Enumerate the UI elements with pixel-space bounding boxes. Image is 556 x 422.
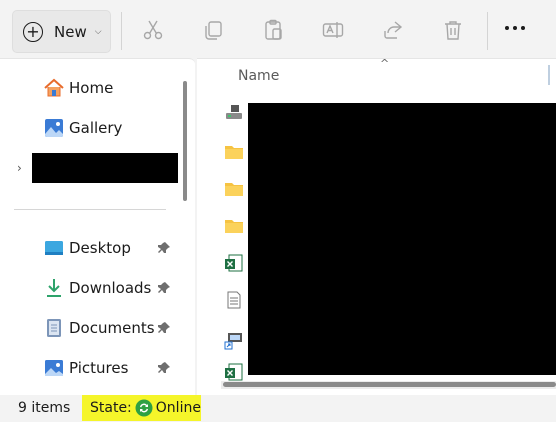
nav-item-gallery[interactable]: Gallery — [0, 112, 178, 144]
column-divider[interactable] — [548, 65, 550, 85]
sort-caret-icon: ^ — [380, 58, 390, 70]
file-list-pane: ^ Name — [197, 58, 556, 395]
plus-icon: + — [23, 21, 43, 42]
navigation-pane: Home Gallery › Desktop Downloads Documen… — [0, 58, 195, 395]
pin-icon[interactable] — [157, 241, 171, 255]
command-bar: + New ⌵ — [0, 0, 556, 58]
nav-item-label: Documents — [69, 319, 155, 337]
documents-folder-icon — [43, 317, 65, 339]
nav-divider — [14, 209, 166, 210]
pictures-folder-icon — [43, 357, 65, 379]
copy-icon[interactable] — [201, 18, 225, 42]
nav-item-home[interactable]: Home — [0, 72, 178, 104]
nav-item-desktop[interactable]: Desktop — [0, 232, 178, 264]
folder-icon — [224, 179, 244, 199]
new-button[interactable]: + New ⌵ — [12, 10, 111, 53]
state-value: Online — [155, 400, 201, 416]
redacted-file-list — [248, 103, 556, 375]
pin-icon[interactable] — [157, 281, 171, 295]
new-button-label: New — [54, 22, 87, 41]
state-label: State: — [90, 400, 132, 416]
sync-online-icon — [135, 399, 153, 417]
pin-icon[interactable] — [157, 321, 171, 335]
nav-item-label: Downloads — [69, 279, 152, 297]
desktop-folder-icon — [43, 237, 65, 259]
nav-scrollbar[interactable] — [183, 81, 187, 201]
excel-icon — [224, 362, 244, 382]
shortcut-icon — [224, 330, 244, 350]
redacted-nav-item — [32, 153, 178, 183]
text-file-icon — [224, 290, 244, 310]
item-count: 9 items — [18, 400, 71, 416]
nav-item-label: Pictures — [69, 359, 129, 377]
nav-item-pictures[interactable]: Pictures — [0, 352, 178, 384]
toolbar-separator — [487, 12, 488, 50]
toolbar-separator — [121, 12, 122, 50]
excel-icon — [224, 253, 244, 273]
state-indicator: State: Online — [82, 395, 201, 421]
horizontal-scrollbar[interactable] — [223, 382, 556, 387]
trash-icon[interactable] — [441, 18, 465, 42]
column-header-name[interactable]: Name — [238, 68, 279, 84]
downloads-folder-icon — [43, 277, 65, 299]
scissors-icon[interactable] — [141, 18, 165, 42]
nav-item-documents[interactable]: Documents — [0, 312, 178, 344]
nav-item-downloads[interactable]: Downloads — [0, 272, 178, 304]
drive-icon — [224, 103, 244, 123]
paste-icon[interactable] — [261, 18, 285, 42]
rename-icon[interactable] — [321, 18, 345, 42]
chevron-down-icon: ⌵ — [94, 26, 102, 37]
gallery-icon — [43, 117, 65, 139]
chevron-right-icon[interactable]: › — [17, 161, 22, 175]
nav-item-label: Home — [69, 79, 114, 97]
share-icon[interactable] — [381, 18, 405, 42]
folder-icon — [224, 142, 244, 162]
status-bar: 9 items State: Online — [0, 395, 556, 422]
pin-icon[interactable] — [157, 361, 171, 375]
file-explorer-window: + New ⌵ Home Gallery › Desktop Downloads… — [0, 0, 556, 422]
nav-item-label: Gallery — [69, 119, 123, 137]
folder-icon — [224, 216, 244, 236]
home-icon — [43, 77, 65, 99]
more-icon[interactable] — [505, 26, 525, 30]
nav-item-label: Desktop — [69, 239, 131, 257]
